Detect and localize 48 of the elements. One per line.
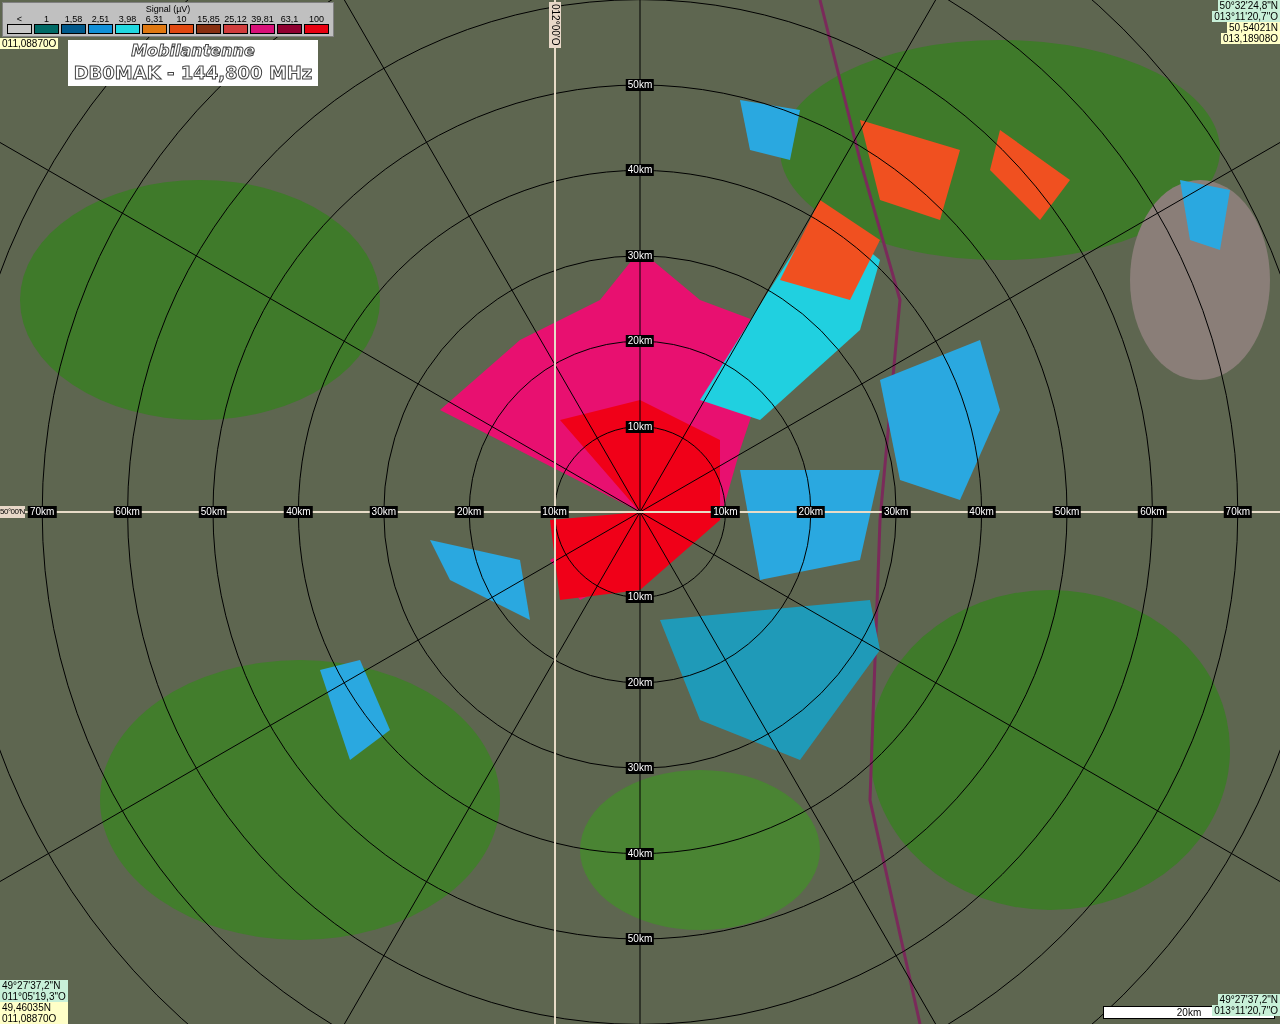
- range-label: 10km: [540, 506, 569, 518]
- coordinate-text: 011,08870O: [0, 1013, 68, 1024]
- range-label: 40km: [967, 506, 996, 518]
- range-label: 50km: [625, 933, 655, 945]
- legend-label: 3,98: [118, 14, 137, 24]
- map-title: DB0MAK - 144,800 MHz: [72, 61, 314, 85]
- map-title: Mobilantenne: [130, 41, 256, 61]
- coordinate-text: 49°27'37,2"N: [1217, 994, 1280, 1005]
- legend-label: 15,85: [197, 14, 220, 24]
- range-label: 60km: [1138, 506, 1167, 518]
- range-label: 20km: [796, 506, 825, 518]
- coordinate-text: 011,08870O: [0, 38, 59, 49]
- legend-label: 25,12: [224, 14, 247, 24]
- coordinate-text: 50,54021N: [1227, 22, 1280, 33]
- coordinate-text: 013,18908O: [1220, 33, 1280, 44]
- range-label: 70km: [1223, 506, 1252, 518]
- range-label: 50km: [1052, 506, 1082, 518]
- coordinate-text: 013°11'20,7"O: [1212, 11, 1280, 22]
- latitude-label: 50°00'N: [0, 506, 25, 518]
- range-label: 60km: [113, 506, 142, 518]
- range-label: 50km: [625, 79, 655, 91]
- range-label: 40km: [625, 164, 655, 177]
- legend-label: 63,1: [280, 14, 299, 24]
- coordinate-text: 49,46035N: [0, 1002, 68, 1013]
- legend-label: 2,51: [91, 14, 110, 24]
- coordinate-text: 49°27'37,2"N: [0, 980, 68, 991]
- legend-label: 6,31: [145, 14, 164, 24]
- range-label: 30km: [625, 762, 655, 775]
- range-label: 70km: [27, 506, 57, 518]
- legend-label: 1,58: [64, 14, 83, 24]
- coordinate-text: 50°32'24,8"N: [1217, 0, 1280, 11]
- legend-label: 39,81: [251, 14, 274, 24]
- range-label: 40km: [284, 506, 313, 518]
- legend-label: <: [16, 14, 23, 24]
- range-label: 30km: [881, 506, 911, 518]
- range-label: 50km: [198, 506, 228, 518]
- legend-label: 10: [176, 14, 187, 24]
- coordinate-text: 011°05'19,3"O: [0, 991, 68, 1002]
- range-label: 20km: [625, 335, 655, 348]
- range-label: 30km: [369, 506, 398, 518]
- range-label: 20km: [454, 506, 484, 518]
- legend-label: 1: [44, 14, 49, 24]
- legend-label: 100: [309, 14, 324, 24]
- range-label: 10km: [625, 591, 655, 604]
- legend-title: Signal (µV): [144, 4, 192, 14]
- coordinate-text: 013°11'20,7"O: [1212, 1005, 1280, 1016]
- range-label: 10km: [711, 506, 740, 518]
- longitude-label: 012°00'O: [549, 2, 561, 48]
